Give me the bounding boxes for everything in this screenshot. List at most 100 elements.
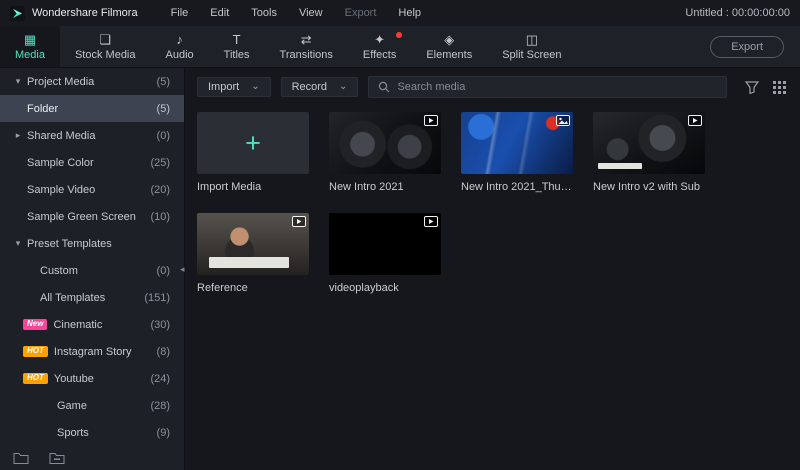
hot-badge: HOT [23, 373, 48, 384]
sidebar-item-sample-video[interactable]: Sample Video (20) [0, 176, 184, 203]
video-badge-icon [292, 216, 306, 227]
sidebar-item-count: (151) [144, 291, 170, 304]
new-badge: New [23, 319, 48, 330]
media-item-import[interactable]: + Import Media [197, 112, 309, 193]
grid-view-icon[interactable] [773, 80, 786, 94]
media-item-label: Reference [197, 282, 248, 294]
add-folder-icon[interactable] [13, 452, 29, 465]
chevron-down-icon: ⌄ [251, 81, 260, 92]
effects-icon: ✦ [374, 31, 386, 47]
sidebar-item-count: (8) [156, 345, 170, 358]
sidebar-item-preset-templates[interactable]: ▾ Preset Templates [0, 230, 184, 257]
video-thumbnail[interactable] [197, 213, 309, 275]
sidebar-item-label: Sample Video [27, 183, 96, 196]
split-screen-icon: ◫ [525, 31, 538, 47]
tab-split-screen[interactable]: ◫ Split Screen [487, 26, 576, 67]
media-item[interactable]: New Intro v2 with Sub [593, 112, 705, 193]
caption-bar [598, 163, 642, 169]
sidebar-item-sample-color[interactable]: Sample Color (25) [0, 149, 184, 176]
media-content-panel: Import ⌄ Record ⌄ Search media + Import … [185, 68, 800, 470]
tab-audio[interactable]: ♪ Audio [151, 26, 209, 67]
sidebar-item-label: Sample Green Screen [27, 210, 136, 223]
sidebar-item-count: (30) [150, 318, 170, 331]
import-media-tile[interactable]: + [197, 112, 309, 174]
import-dropdown[interactable]: Import ⌄ [197, 77, 271, 97]
video-thumbnail[interactable] [593, 112, 705, 174]
sidebar-item-cinematic[interactable]: New Cinematic (30) [0, 311, 184, 338]
video-badge-icon [424, 115, 438, 126]
sidebar-item-custom[interactable]: Custom (0) [0, 257, 184, 284]
search-input[interactable] [397, 81, 717, 93]
media-item[interactable]: Reference [197, 213, 309, 294]
triangle-down-icon[interactable]: ▾ [13, 238, 23, 249]
sidebar-list: ▾ Project Media (5) Folder (5) ▸ Shared … [0, 68, 184, 446]
triangle-right-icon[interactable]: ▸ [13, 130, 23, 141]
view-tools [745, 80, 786, 94]
titles-icon: T [232, 31, 241, 47]
tab-label: Effects [362, 48, 397, 61]
media-item[interactable]: New Intro 2021_Thum... [461, 112, 573, 193]
filter-icon[interactable] [745, 80, 759, 94]
search-bar[interactable] [368, 76, 727, 98]
sidebar-item-label: Cinematic [53, 318, 103, 331]
sidebar-item-sample-green-screen[interactable]: Sample Green Screen (10) [0, 203, 184, 230]
sidebar-item-count: (0) [156, 129, 170, 142]
media-icon: ▦ [23, 31, 37, 47]
stock-media-icon: ❏ [99, 31, 112, 47]
sidebar-item-sports[interactable]: Sports (9) [0, 419, 184, 446]
triangle-down-icon[interactable]: ▾ [13, 76, 23, 87]
sidebar-item-shared-media[interactable]: ▸ Shared Media (0) [0, 122, 184, 149]
menu-file[interactable]: File [160, 7, 200, 19]
sidebar-item-youtube[interactable]: HOT Youtube (24) [0, 365, 184, 392]
tab-label: Stock Media [74, 48, 136, 61]
tab-effects[interactable]: ✦ Effects [348, 26, 411, 67]
sidebar-item-project-media[interactable]: ▾ Project Media (5) [0, 68, 184, 95]
sidebar-item-label: Instagram Story [53, 345, 132, 358]
menu-edit[interactable]: Edit [199, 7, 240, 19]
record-dropdown[interactable]: Record ⌄ [280, 77, 359, 97]
media-item[interactable]: New Intro 2021 [329, 112, 441, 193]
sidebar-item-all-templates[interactable]: All Templates (151) [0, 284, 184, 311]
sidebar-item-label: Preset Templates [27, 237, 112, 250]
content-toolbar: Import ⌄ Record ⌄ [197, 74, 786, 100]
media-item-label: Import Media [197, 181, 262, 193]
sidebar-item-label: Youtube [53, 372, 94, 385]
project-status: Untitled : 00:00:00:00 [685, 7, 790, 19]
app-title: Wondershare Filmora [32, 7, 138, 19]
sidebar-item-count: (5) [156, 102, 170, 115]
tab-stock-media[interactable]: ❏ Stock Media [60, 26, 151, 67]
sidebar-item-count: (24) [150, 372, 170, 385]
sidebar-item-instagram-story[interactable]: HOT Instagram Story (8) [0, 338, 184, 365]
menu-help[interactable]: Help [387, 7, 432, 19]
tab-elements[interactable]: ◈ Elements [411, 26, 487, 67]
delete-folder-icon[interactable] [49, 452, 65, 465]
sidebar-item-label: Folder [27, 102, 59, 115]
tab-titles[interactable]: T Titles [209, 26, 265, 67]
sidebar-item-count: (25) [150, 156, 170, 169]
menu-export[interactable]: Export [334, 7, 388, 19]
tab-label: Transitions [279, 48, 333, 61]
elements-icon: ◈ [444, 31, 455, 47]
video-thumbnail[interactable] [329, 213, 441, 275]
tab-media[interactable]: ▦ Media [0, 26, 60, 67]
sidebar-item-label: Game [57, 399, 87, 412]
video-thumbnail[interactable] [329, 112, 441, 174]
media-item[interactable]: videoplayback [329, 213, 441, 294]
sidebar-item-folder[interactable]: Folder (5) [0, 95, 184, 122]
image-thumbnail[interactable] [461, 112, 573, 174]
sidebar-item-count: (9) [156, 426, 170, 439]
tab-transitions[interactable]: ⇄ Transitions [265, 26, 348, 67]
top-menu-bar: Wondershare Filmora File Edit Tools View… [0, 0, 800, 26]
sidebar-item-label: Project Media [27, 75, 95, 88]
sidebar-item-game[interactable]: Game (28) [0, 392, 184, 419]
sidebar-item-label: Sports [57, 426, 89, 439]
tab-label: Media [15, 48, 45, 61]
export-button[interactable]: Export [710, 35, 784, 58]
menu-tools[interactable]: Tools [240, 7, 288, 19]
sidebar-collapse-handle[interactable]: ◂ [180, 264, 185, 275]
sidebar-item-count: (20) [150, 183, 170, 196]
tab-label: Split Screen [502, 48, 562, 61]
menu-view[interactable]: View [288, 7, 334, 19]
tab-label: Titles [223, 48, 250, 61]
sidebar-item-count: (28) [150, 399, 170, 412]
